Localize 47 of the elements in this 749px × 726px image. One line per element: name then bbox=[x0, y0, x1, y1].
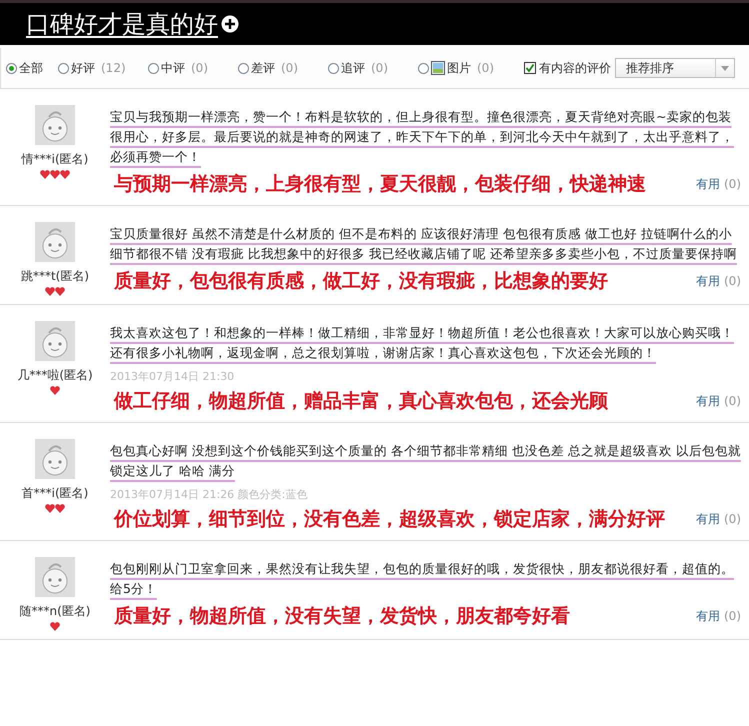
useful-count: (0) bbox=[724, 609, 741, 623]
useful-count: (0) bbox=[724, 394, 741, 408]
useful-link[interactable]: 有用 bbox=[696, 272, 720, 290]
heart-icon bbox=[50, 386, 60, 395]
annotation-text: 与预期一样漂亮，上身很有型，夏天很靓，包装仔细，快递神速 bbox=[113, 172, 647, 197]
review-text: 我太喜欢这包了！和想象的一样棒！做工精细，非常显好！物超所值！老公也很喜欢！大家可以放心购买哦！还有很多小礼物啊，返现金啊，总之很划算啦，谢谢店家！真心喜欢这包包，下次还会光顾的！ bbox=[110, 324, 735, 362]
useful-link[interactable]: 有用 bbox=[696, 608, 720, 624]
sort-dropdown[interactable]: 推荐排序 bbox=[615, 58, 735, 78]
avatar-icon bbox=[35, 439, 75, 479]
review-text: 宝贝与我预期一样漂亮，赞一个！布料是软软的，但上身很有型。撞色很漂亮，夏天背绝对亮眼~卖家的包装很用心，好多层。最后要说的就是神奇的网速了，昨天下午下的单，到河北今天中午就到了，太出乎意料了，必须再赞一个！ bbox=[110, 108, 735, 166]
reviewer-name: 跳***t(匿名) bbox=[20, 268, 90, 285]
reviewer-name: 随***n(匿名) bbox=[20, 603, 90, 620]
image-icon bbox=[431, 61, 445, 75]
filter-radio[interactable]: 全部 bbox=[6, 60, 58, 76]
reviewer-name: 情***i(匿名) bbox=[22, 151, 88, 168]
avatar-icon bbox=[35, 321, 75, 361]
filter-radio[interactable]: 中评 (0) bbox=[148, 60, 238, 76]
caret-icon bbox=[721, 66, 729, 70]
review-text: 宝贝质量很好 虽然不清楚是什么材质的 但不是布料的 应该很好清理 包包很有质感 做工也好 拉链啊什么的小细节都很不错 没有瑕疵 比我想象中的好很多 我已经收藏店铺了呢 还希望亲多多卖些小包，不过质量要保持啊 bbox=[110, 225, 738, 263]
avatar-icon bbox=[35, 557, 75, 597]
review-text: 包包刚刚从门卫室拿回来，果然没有让我失望，包包的质量很好的哦，发货很快，朋友都说很好看，超值的。给5分！ bbox=[110, 560, 735, 598]
avatar-icon bbox=[35, 222, 75, 262]
useful-link[interactable]: 有用 bbox=[696, 392, 720, 410]
avatar-icon bbox=[35, 105, 75, 145]
filter-radio[interactable]: 好评 (12) bbox=[58, 60, 148, 76]
review-text: 包包真心好啊 没想到这个价钱能买到这个质量的 各个细节都非常精细 也没色差 总之就是超级喜欢 以后包包就锁定这儿了 哈哈 满分 bbox=[110, 442, 741, 480]
useful-link[interactable]: 有用 bbox=[696, 510, 720, 528]
plus-icon[interactable] bbox=[221, 15, 239, 33]
useful-link[interactable]: 有用 bbox=[696, 176, 720, 192]
review-date: 2013年07月14日 21:30 bbox=[110, 369, 236, 384]
review-date: 2013年07月14日 21:26 颜色分类:蓝色 bbox=[110, 487, 308, 502]
annotation-text: 价位划算，细节到位，没有色差，超级喜欢，锁定店家，满分好评 bbox=[112, 507, 666, 532]
check-icon bbox=[525, 63, 535, 73]
filter-radio[interactable]: 差评 (0) bbox=[238, 60, 328, 76]
annotation-text: 质量好，物超所值，没有失望，发货快，朋友都夸好看 bbox=[113, 604, 571, 629]
filter-radio[interactable]: 追评 (0) bbox=[328, 60, 418, 76]
useful-count: (0) bbox=[724, 177, 741, 191]
annotation-text: 质量好，包包很有质感，做工好，没有瑕疵，比想象的要好 bbox=[113, 269, 609, 294]
content-checkbox[interactable]: 有内容的评价 bbox=[524, 60, 611, 76]
reviewer-name: 几***啦(匿名) bbox=[17, 367, 93, 384]
heart-icon bbox=[50, 622, 60, 631]
useful-count: (0) bbox=[724, 512, 741, 526]
page-title: 口碑好才是真的好 bbox=[26, 9, 218, 40]
annotation-text: 做工仔细，物超所值，赠品丰富，真心喜欢包包，还会光顾 bbox=[112, 389, 609, 414]
useful-count: (0) bbox=[724, 274, 741, 288]
reviewer-name: 首***i(匿名) bbox=[22, 485, 88, 502]
filter-radio[interactable]: 图片 (0) bbox=[418, 60, 508, 76]
